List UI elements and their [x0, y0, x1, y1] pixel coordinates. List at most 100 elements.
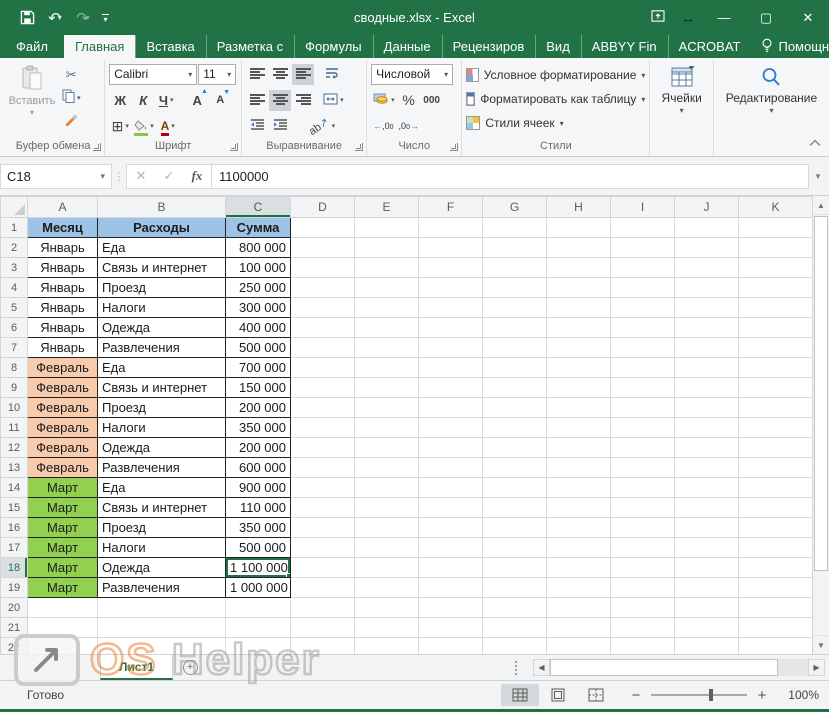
cell-G11[interactable] — [483, 418, 547, 438]
decrease-decimal-button[interactable]: ,00→ — [397, 116, 421, 137]
cell-G5[interactable] — [483, 298, 547, 318]
cell-C1[interactable]: Сумма — [226, 218, 291, 238]
cell-F6[interactable] — [419, 318, 483, 338]
increase-indent-button[interactable] — [269, 116, 291, 137]
ribbon-tab-2[interactable]: Вставка — [135, 35, 205, 58]
cell-B3[interactable]: Связь и интернет — [98, 258, 226, 278]
ribbon-tab-1[interactable]: Главная — [64, 35, 135, 58]
cell-J17[interactable] — [675, 538, 739, 558]
cell-H12[interactable] — [547, 438, 611, 458]
cell-K20[interactable] — [739, 598, 813, 618]
cell-E13[interactable] — [355, 458, 419, 478]
cell-D15[interactable] — [291, 498, 355, 518]
undo-button[interactable]: ↶▾ — [42, 6, 68, 30]
cell-D22[interactable] — [291, 638, 355, 655]
cell-J11[interactable] — [675, 418, 739, 438]
cell-K7[interactable] — [739, 338, 813, 358]
cell-C8[interactable]: 700 000 — [226, 358, 291, 378]
cell-K4[interactable] — [739, 278, 813, 298]
cell-K19[interactable] — [739, 578, 813, 598]
cell-J1[interactable] — [675, 218, 739, 238]
cell-F15[interactable] — [419, 498, 483, 518]
cell-H16[interactable] — [547, 518, 611, 538]
format-painter-button[interactable] — [60, 110, 83, 131]
cell-E5[interactable] — [355, 298, 419, 318]
expand-formula-bar-button[interactable]: ▾ — [809, 171, 827, 182]
cell-D16[interactable] — [291, 518, 355, 538]
column-header-E[interactable]: E — [355, 197, 419, 218]
cell-K6[interactable] — [739, 318, 813, 338]
cell-C19[interactable]: 1 000 000 — [226, 578, 291, 598]
cell-C11[interactable]: 350 000 — [226, 418, 291, 438]
cell-I17[interactable] — [611, 538, 675, 558]
cell-F10[interactable] — [419, 398, 483, 418]
cell-G15[interactable] — [483, 498, 547, 518]
cell-J4[interactable] — [675, 278, 739, 298]
cell-C16[interactable]: 350 000 — [226, 518, 291, 538]
cell-B5[interactable]: Налоги — [98, 298, 226, 318]
cell-E15[interactable] — [355, 498, 419, 518]
cell-E14[interactable] — [355, 478, 419, 498]
column-header-F[interactable]: F — [419, 197, 483, 218]
new-sheet-button[interactable]: + — [173, 655, 207, 680]
cell-G8[interactable] — [483, 358, 547, 378]
conditional-formatting-button[interactable]: Условное форматирование ▾ — [466, 64, 645, 86]
cell-I10[interactable] — [611, 398, 675, 418]
cell-B18[interactable]: Одежда — [98, 558, 226, 578]
cell-E19[interactable] — [355, 578, 419, 598]
cell-I6[interactable] — [611, 318, 675, 338]
cell-A8[interactable]: Февраль — [28, 358, 98, 378]
cell-A2[interactable]: Январь — [28, 238, 98, 258]
cell-I9[interactable] — [611, 378, 675, 398]
close-button[interactable]: ✕ — [787, 0, 829, 35]
zoom-slider-thumb[interactable] — [709, 689, 713, 701]
cell-B4[interactable]: Проезд — [98, 278, 226, 298]
italic-button[interactable]: К — [132, 90, 154, 111]
cell-D20[interactable] — [291, 598, 355, 618]
cell-H22[interactable] — [547, 638, 611, 655]
alignment-dialog-launcher[interactable] — [355, 143, 363, 151]
cell-K12[interactable] — [739, 438, 813, 458]
row-header-18[interactable]: 18 — [1, 558, 28, 578]
cell-K10[interactable] — [739, 398, 813, 418]
cell-H7[interactable] — [547, 338, 611, 358]
horizontal-scroll-thumb[interactable] — [550, 659, 778, 676]
select-all-corner[interactable] — [1, 197, 28, 218]
enter-entry-button[interactable]: ✓ — [155, 165, 183, 188]
cell-G1[interactable] — [483, 218, 547, 238]
cell-D2[interactable] — [291, 238, 355, 258]
cell-A12[interactable]: Февраль — [28, 438, 98, 458]
scrollbar-resize-handle[interactable] — [515, 661, 525, 675]
row-header-17[interactable]: 17 — [1, 538, 28, 558]
cell-F9[interactable] — [419, 378, 483, 398]
cell-D21[interactable] — [291, 618, 355, 638]
column-header-C[interactable]: C — [226, 197, 291, 218]
formula-input[interactable]: 1100000 — [212, 164, 809, 189]
copy-button[interactable]: ▾ — [60, 87, 83, 108]
cell-K21[interactable] — [739, 618, 813, 638]
column-header-B[interactable]: B — [98, 197, 226, 218]
cell-D6[interactable] — [291, 318, 355, 338]
cell-K16[interactable] — [739, 518, 813, 538]
cell-J12[interactable] — [675, 438, 739, 458]
cell-A7[interactable]: Январь — [28, 338, 98, 358]
cell-D13[interactable] — [291, 458, 355, 478]
cell-H14[interactable] — [547, 478, 611, 498]
column-header-K[interactable]: K — [739, 197, 813, 218]
cut-button[interactable]: ✂ — [60, 64, 83, 85]
zoom-level[interactable]: 100% — [777, 688, 819, 702]
cell-K9[interactable] — [739, 378, 813, 398]
cell-F8[interactable] — [419, 358, 483, 378]
decrease-indent-button[interactable] — [246, 116, 268, 137]
cell-C7[interactable]: 500 000 — [226, 338, 291, 358]
font-name-select[interactable]: Calibri▾ — [109, 64, 197, 85]
tell-me-button[interactable]: Помощн — [751, 35, 829, 58]
cell-K14[interactable] — [739, 478, 813, 498]
cell-K2[interactable] — [739, 238, 813, 258]
cell-K8[interactable] — [739, 358, 813, 378]
cell-J7[interactable] — [675, 338, 739, 358]
cell-B14[interactable]: Еда — [98, 478, 226, 498]
cell-B19[interactable]: Развлечения — [98, 578, 226, 598]
collapse-ribbon-button[interactable] — [809, 135, 821, 150]
column-header-H[interactable]: H — [547, 197, 611, 218]
